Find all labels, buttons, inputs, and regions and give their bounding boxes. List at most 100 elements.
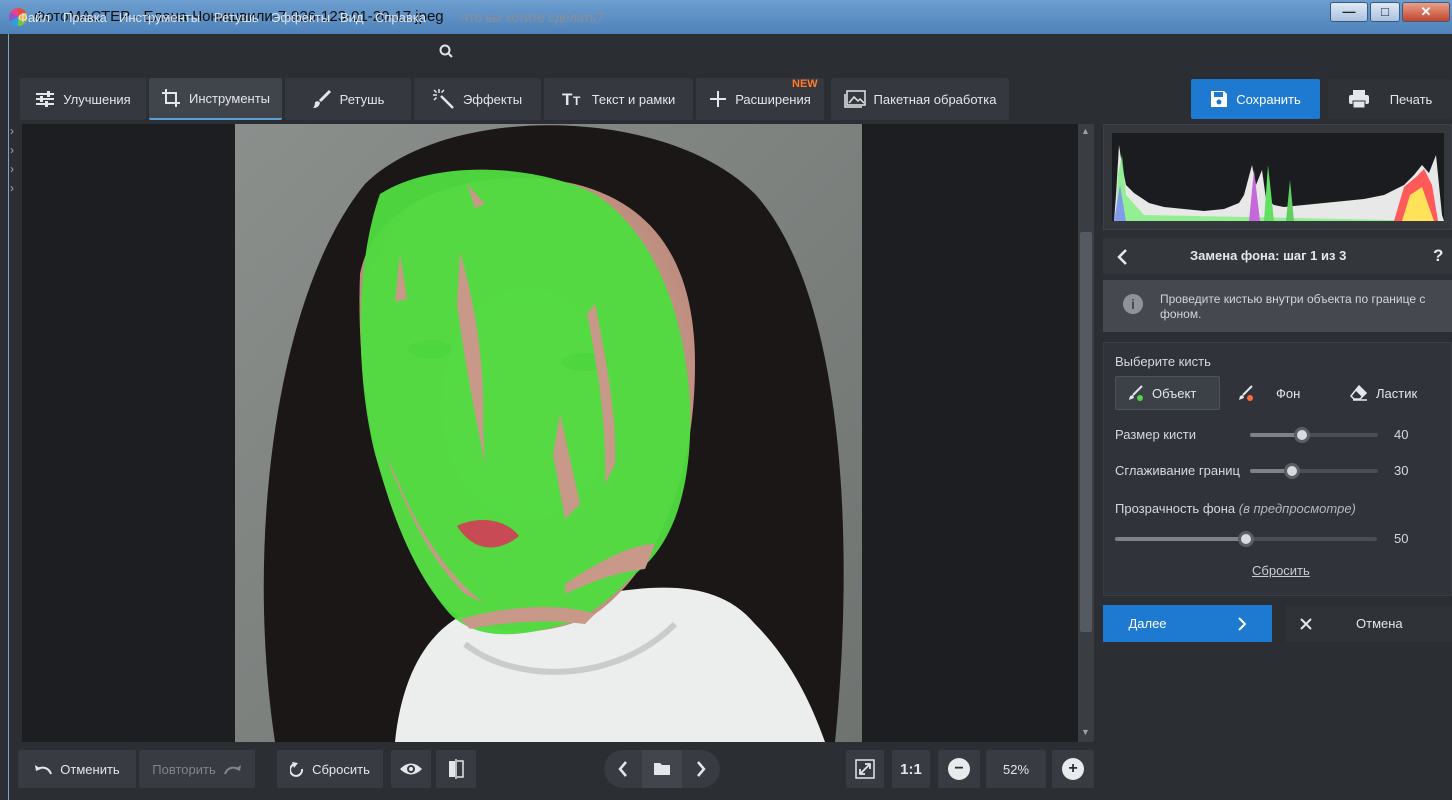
tab-enhancements[interactable]: Улучшения bbox=[20, 78, 146, 120]
printer-icon bbox=[1348, 90, 1369, 108]
redo-icon bbox=[223, 765, 241, 775]
undo-button[interactable]: Отменить bbox=[18, 750, 136, 788]
menu-effects[interactable]: Эффекты bbox=[271, 10, 330, 25]
tab-text-frames[interactable]: TT Текст и рамки bbox=[544, 78, 693, 120]
chevron-right-icon[interactable]: › bbox=[10, 181, 14, 195]
brush-object-button[interactable]: Объект bbox=[1115, 376, 1220, 410]
menu-tools[interactable]: Инструменты bbox=[119, 10, 200, 25]
compare-icon bbox=[449, 759, 464, 779]
menu-edit[interactable]: Правка bbox=[63, 10, 107, 25]
search-input[interactable]: Что вы хотите сделать? bbox=[460, 10, 604, 25]
open-folder-button[interactable] bbox=[642, 750, 682, 788]
eye-icon bbox=[400, 763, 422, 775]
brush-object-label: Объект bbox=[1152, 385, 1197, 401]
zoom-level[interactable]: 52% bbox=[986, 750, 1046, 788]
print-button[interactable]: Печать bbox=[1328, 79, 1452, 119]
menu-help[interactable]: Справка bbox=[375, 10, 426, 25]
floppy-disk-icon bbox=[1211, 91, 1228, 107]
step-title: Замена фона: шаг 1 из 3 bbox=[1190, 248, 1347, 263]
scroll-down-icon[interactable]: ▼ bbox=[1081, 727, 1090, 737]
redo-label: Повторить bbox=[152, 761, 216, 777]
tab-label: Улучшения bbox=[63, 91, 131, 107]
tab-label: Инструменты bbox=[188, 90, 271, 106]
brush-size-knob[interactable] bbox=[1294, 427, 1310, 443]
info-icon: i bbox=[1123, 294, 1143, 314]
next-button[interactable]: Далее bbox=[1103, 605, 1272, 642]
zoom-in-button[interactable]: + bbox=[1052, 750, 1094, 788]
tab-retouch[interactable]: Ретушь bbox=[285, 78, 411, 120]
maximize-button[interactable]: □ bbox=[1370, 2, 1400, 22]
back-arrow-icon[interactable] bbox=[1116, 249, 1128, 265]
brush-size-value: 40 bbox=[1394, 427, 1409, 442]
scrollbar-thumb[interactable] bbox=[1080, 232, 1092, 632]
brush-eraser-button[interactable]: Ластик bbox=[1338, 376, 1438, 410]
menu-bar bbox=[8, 34, 1452, 70]
magic-wand-icon bbox=[432, 89, 454, 109]
chevron-right-icon[interactable]: › bbox=[10, 124, 14, 138]
brush-background-button[interactable]: Фон bbox=[1226, 376, 1326, 410]
chevron-right-icon[interactable]: › bbox=[10, 162, 14, 176]
save-label: Сохранить bbox=[1236, 91, 1301, 107]
folder-icon bbox=[654, 763, 670, 775]
batch-label: Пакетная обработка bbox=[873, 91, 997, 107]
chevron-right-icon[interactable]: › bbox=[10, 143, 14, 157]
transparency-knob[interactable] bbox=[1238, 531, 1254, 547]
previous-image-icon[interactable] bbox=[618, 761, 628, 777]
scroll-up-icon[interactable]: ▲ bbox=[1081, 126, 1090, 136]
transparency-label: Прозрачность фона (в предпросмотре) bbox=[1115, 501, 1356, 516]
zoom-out-button[interactable]: − bbox=[938, 750, 980, 788]
smoothing-label: Сглаживание границ bbox=[1115, 463, 1240, 478]
brush-background-icon bbox=[1239, 385, 1253, 401]
print-label: Печать bbox=[1389, 91, 1433, 107]
reset-label: Сбросить bbox=[312, 761, 370, 777]
search-icon bbox=[439, 44, 453, 58]
transparency-fill bbox=[1115, 537, 1246, 541]
close-icon bbox=[1300, 618, 1312, 630]
chevron-right-icon bbox=[1237, 616, 1246, 631]
compare-button[interactable] bbox=[436, 750, 476, 788]
redo-button[interactable]: Повторить bbox=[139, 750, 255, 788]
eraser-icon bbox=[1350, 385, 1368, 401]
minimize-button[interactable]: — bbox=[1330, 2, 1368, 22]
svg-text:T: T bbox=[562, 90, 573, 108]
histogram bbox=[1103, 124, 1452, 230]
minus-icon: − bbox=[948, 758, 970, 780]
transparency-value: 50 bbox=[1394, 531, 1409, 546]
reset-icon bbox=[290, 762, 304, 777]
help-icon[interactable]: ? bbox=[1433, 246, 1443, 266]
batch-processing-button[interactable]: Пакетная обработка bbox=[831, 78, 1009, 120]
brush-object-icon bbox=[1129, 385, 1143, 401]
tab-tools[interactable]: Инструменты bbox=[149, 78, 282, 120]
fit-to-screen-button[interactable] bbox=[846, 750, 884, 788]
menu-view[interactable]: Вид bbox=[340, 10, 364, 25]
tab-effects[interactable]: Эффекты bbox=[414, 78, 541, 120]
svg-text:T: T bbox=[573, 94, 581, 108]
choose-brush-label: Выберите кисть bbox=[1115, 354, 1211, 369]
preview-eye-button[interactable] bbox=[391, 750, 431, 788]
tab-label: Ретушь bbox=[339, 91, 385, 107]
tab-label: Расширения bbox=[735, 91, 811, 107]
tab-label: Эффекты bbox=[462, 91, 523, 107]
menu-retouch[interactable]: Ретушь bbox=[214, 10, 259, 25]
crop-icon bbox=[161, 89, 180, 107]
brush-background-label: Фон bbox=[1276, 385, 1301, 401]
reset-link[interactable]: Сбросить bbox=[1252, 563, 1310, 578]
smoothing-knob[interactable] bbox=[1284, 463, 1300, 479]
brush-icon bbox=[312, 89, 331, 108]
plus-icon bbox=[710, 91, 727, 107]
left-collapse-strip bbox=[8, 124, 22, 744]
transparency-label-text: Прозрачность фона bbox=[1115, 501, 1236, 516]
plus-icon: + bbox=[1062, 758, 1084, 780]
photo-image[interactable] bbox=[235, 124, 862, 742]
brush-eraser-label: Ластик bbox=[1376, 385, 1418, 401]
tab-label: Текст и рамки bbox=[591, 91, 676, 107]
close-button[interactable]: ✕ bbox=[1402, 2, 1450, 22]
save-button[interactable]: Сохранить bbox=[1191, 79, 1320, 119]
menu-file[interactable]: Файл bbox=[18, 10, 50, 25]
zoom-actual-size-button[interactable]: 1:1 bbox=[892, 750, 930, 788]
reset-button[interactable]: Сбросить bbox=[277, 750, 383, 788]
cancel-button[interactable]: Отмена bbox=[1286, 605, 1452, 642]
image-stack-icon bbox=[843, 90, 866, 108]
next-image-icon[interactable] bbox=[696, 761, 706, 777]
cancel-label: Отмена bbox=[1356, 616, 1403, 631]
